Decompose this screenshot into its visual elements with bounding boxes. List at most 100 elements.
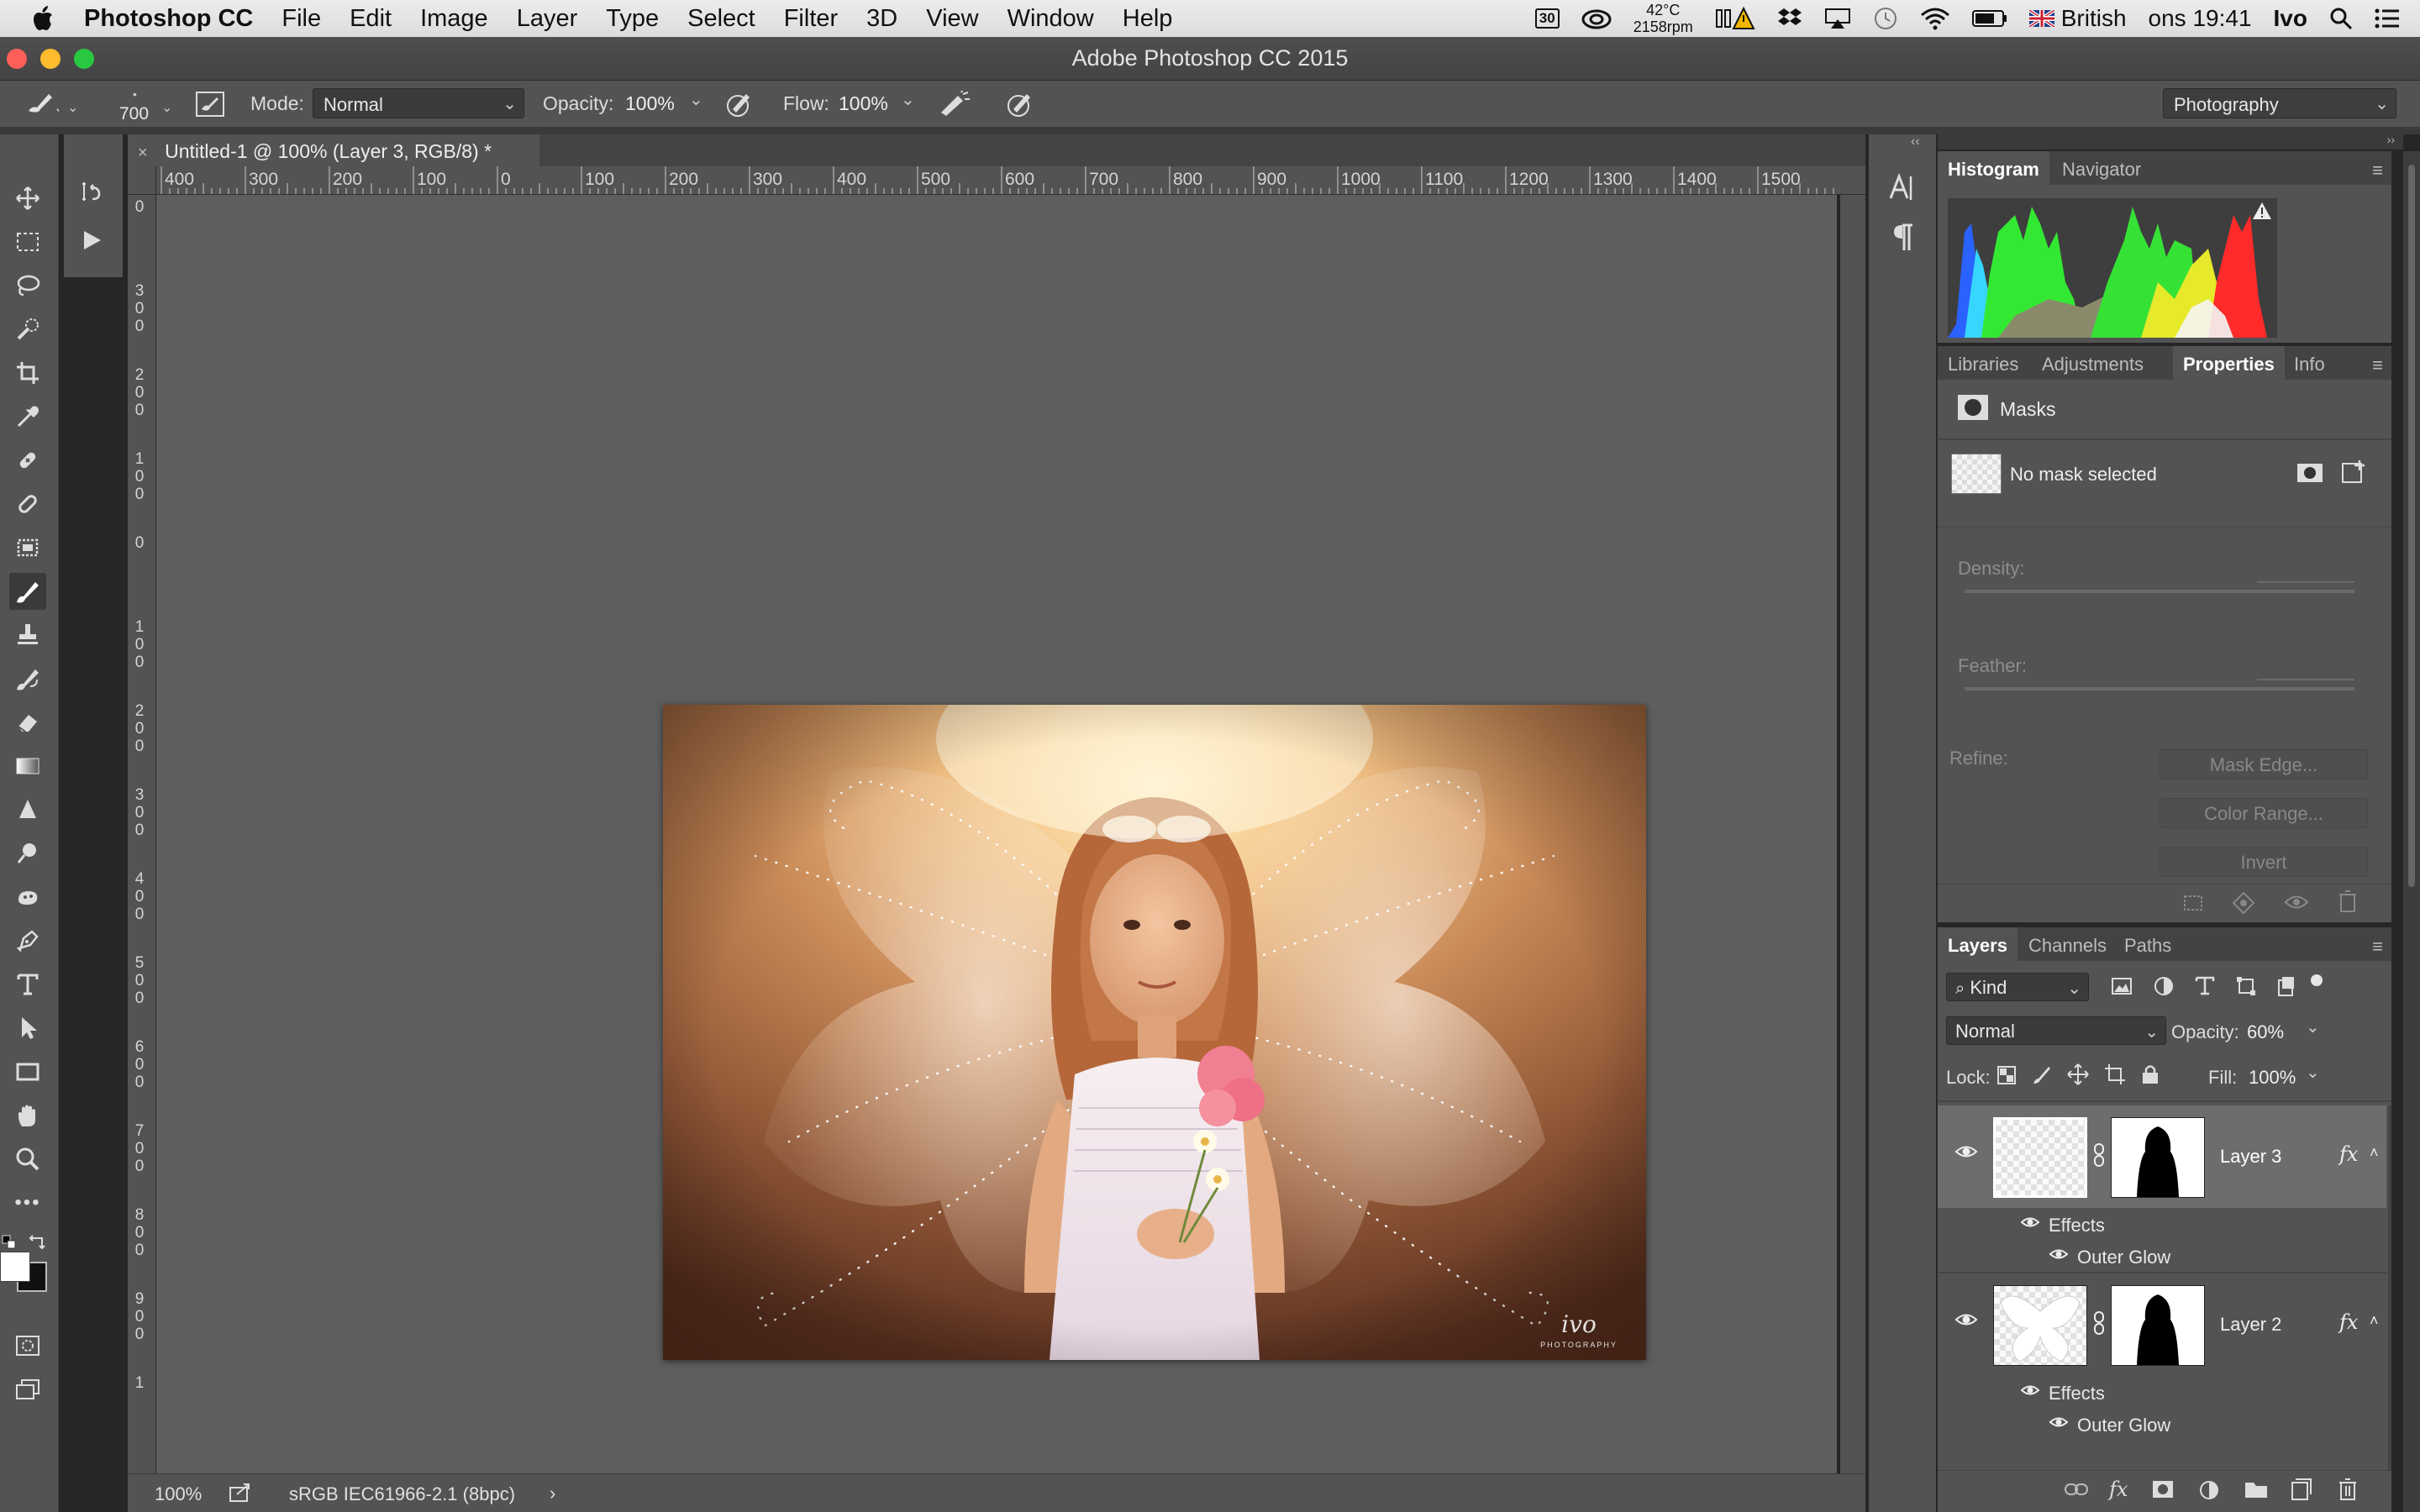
clock[interactable]: ons 19:41 bbox=[2138, 5, 2263, 32]
actions-play-icon[interactable] bbox=[73, 222, 110, 259]
spotlight-search-icon[interactable] bbox=[2318, 7, 2364, 30]
close-tab-icon[interactable]: × bbox=[138, 144, 148, 162]
layer-row[interactable]: Layer 3 fx ˄ bbox=[1938, 1105, 2386, 1208]
effects-row[interactable]: Effects bbox=[1938, 1376, 2386, 1408]
pressure-size-icon[interactable] bbox=[1005, 91, 1034, 118]
effect-visibility-eye-icon[interactable] bbox=[2049, 1415, 2069, 1430]
wifi-icon[interactable] bbox=[1909, 7, 1961, 30]
dropbox-icon[interactable] bbox=[1766, 7, 1813, 30]
expand-effects-icon[interactable]: ˄ bbox=[2370, 1312, 2379, 1330]
swap-colors-icon[interactable] bbox=[29, 1235, 47, 1250]
right-dock-scrollbar[interactable] bbox=[2403, 151, 2420, 1512]
layers-scrollbar[interactable] bbox=[2388, 1105, 2391, 1478]
pen-tool-icon[interactable] bbox=[9, 922, 46, 959]
lock-pixels-icon[interactable] bbox=[2032, 1065, 2052, 1085]
input-source-menu[interactable]: British bbox=[2018, 5, 2138, 32]
density-slider[interactable] bbox=[1965, 590, 2354, 593]
mask-visibility-icon[interactable] bbox=[2284, 891, 2309, 913]
new-layer-icon[interactable] bbox=[2291, 1478, 2312, 1501]
tab-layers[interactable]: Layers bbox=[1938, 927, 2018, 961]
screen-mode-icon[interactable] bbox=[9, 1371, 46, 1408]
menu-file[interactable]: File bbox=[267, 5, 335, 33]
lock-position-icon[interactable] bbox=[2067, 1063, 2089, 1085]
apple-menu-icon[interactable] bbox=[0, 6, 72, 31]
crop-tool-icon[interactable] bbox=[9, 354, 46, 391]
airplay-icon[interactable] bbox=[1813, 8, 1862, 29]
link-icon[interactable] bbox=[2092, 1142, 2106, 1168]
effects-visibility-eye-icon[interactable] bbox=[2020, 1215, 2040, 1230]
lock-transparent-icon[interactable] bbox=[1996, 1065, 2017, 1085]
scrollbar-thumb[interactable] bbox=[2408, 165, 2415, 887]
more-tools-icon[interactable]: ••• bbox=[9, 1184, 46, 1221]
layer-thumbnail[interactable] bbox=[1993, 1117, 2087, 1198]
density-value-field[interactable] bbox=[2257, 581, 2354, 583]
effects-visibility-eye-icon[interactable] bbox=[2020, 1383, 2040, 1398]
feather-value-field[interactable] bbox=[2257, 679, 2354, 680]
share-icon[interactable] bbox=[229, 1483, 252, 1503]
default-colors-icon[interactable] bbox=[2, 1235, 17, 1250]
menu-type[interactable]: Type bbox=[592, 5, 673, 33]
load-selection-icon[interactable] bbox=[2181, 893, 2205, 913]
cache-warning-icon[interactable] bbox=[2252, 202, 2272, 220]
flow-chevron-icon[interactable]: ⌄ bbox=[901, 89, 915, 110]
tab-adjustments[interactable]: Adjustments bbox=[2032, 346, 2154, 380]
horizontal-ruler[interactable]: 400 300 200 100 0 100 200 300 400 500 600 700 800 900… bbox=[128, 166, 1865, 195]
expand-panels-icon[interactable]: ‹‹ bbox=[1911, 134, 1920, 150]
new-adjustment-layer-icon[interactable] bbox=[2198, 1479, 2220, 1501]
link-icon[interactable] bbox=[2092, 1310, 2106, 1336]
tab-info[interactable]: Info bbox=[2284, 346, 2335, 380]
character-panel-icon[interactable] bbox=[1887, 173, 1918, 203]
move-tool-icon[interactable] bbox=[9, 180, 46, 217]
panel-menu-icon[interactable]: ≡ bbox=[2372, 936, 2383, 958]
document-canvas-image[interactable]: ivo PHOTOGRAPHY bbox=[663, 705, 1646, 1360]
status-menu-arrow[interactable]: › bbox=[550, 1483, 555, 1504]
sponge-tool-icon[interactable] bbox=[9, 879, 46, 916]
color-range-button[interactable]: Color Range... bbox=[2160, 798, 2368, 828]
temperature-readout[interactable]: 42°C 2158rpm bbox=[1623, 2, 1704, 35]
filter-smart-object-icon[interactable] bbox=[2275, 975, 2297, 997]
time-machine-icon[interactable] bbox=[1862, 6, 1909, 31]
history-panel-icon[interactable] bbox=[73, 173, 110, 210]
layer-mask-thumbnail[interactable] bbox=[2111, 1285, 2205, 1366]
airbrush-icon[interactable] bbox=[938, 91, 971, 118]
path-selection-tool-icon[interactable] bbox=[9, 1010, 46, 1047]
warning-meter-icon[interactable] bbox=[1704, 7, 1766, 30]
blend-mode-select[interactable]: Normal ⌄ bbox=[1946, 1016, 2166, 1045]
menu-edit[interactable]: Edit bbox=[335, 5, 406, 33]
invert-button[interactable]: Invert bbox=[2160, 847, 2368, 877]
opacity-chevron-icon[interactable]: ⌄ bbox=[2306, 1016, 2320, 1037]
delete-mask-icon[interactable] bbox=[2338, 890, 2358, 913]
brush-panel-toggle-icon[interactable] bbox=[195, 91, 225, 118]
brush-tool-icon[interactable] bbox=[9, 573, 46, 610]
brush-size-chevron-icon[interactable]: ⌄ bbox=[161, 99, 172, 116]
feather-slider[interactable] bbox=[1965, 687, 2354, 690]
vertical-ruler[interactable]: 0 300 200 100 0 100 200 300 400 500 600 700 800 900 1 bbox=[128, 195, 156, 1473]
brush-preset-chevron-icon[interactable]: ⌄ bbox=[67, 99, 78, 116]
app-menu[interactable]: Photoshop CC bbox=[72, 5, 267, 33]
add-pixel-mask-icon[interactable] bbox=[2296, 460, 2324, 486]
visibility-eye-icon[interactable] bbox=[1954, 1142, 1978, 1161]
workspace-select[interactable]: Photography ⌄ bbox=[2163, 88, 2396, 118]
clone-stamp-tool-icon[interactable] bbox=[9, 617, 46, 654]
notification-center-icon[interactable] bbox=[2364, 8, 2420, 29]
stamp-pattern-tool-icon[interactable] bbox=[9, 529, 46, 566]
layer-opacity-value[interactable]: 60% bbox=[2247, 1021, 2284, 1043]
add-vector-mask-icon[interactable] bbox=[2339, 459, 2368, 487]
filter-type-icon[interactable] bbox=[2195, 975, 2215, 995]
effect-row[interactable]: Outer Glow bbox=[1938, 1240, 2386, 1272]
canvas-area[interactable]: ivo PHOTOGRAPHY bbox=[156, 195, 1865, 1473]
tab-navigator[interactable]: Navigator bbox=[2052, 151, 2151, 185]
menu-image[interactable]: Image bbox=[406, 5, 502, 33]
quick-selection-tool-icon[interactable] bbox=[9, 311, 46, 348]
delete-layer-icon[interactable] bbox=[2338, 1478, 2358, 1501]
menu-3d[interactable]: 3D bbox=[852, 5, 912, 33]
foreground-color-swatch[interactable] bbox=[0, 1252, 30, 1282]
document-tab[interactable]: × Untitled-1 @ 100% (Layer 3, RGB/8) * bbox=[128, 134, 539, 166]
brush-tool-preset-icon[interactable] bbox=[25, 91, 59, 116]
brush-size-picker[interactable]: • 700 bbox=[118, 86, 151, 123]
opacity-value[interactable]: 100% bbox=[625, 92, 675, 115]
lock-all-icon[interactable] bbox=[2141, 1063, 2160, 1085]
lasso-tool-icon[interactable] bbox=[9, 267, 46, 304]
layer-filter-select[interactable]: ⌕ Kind ⌄ bbox=[1946, 973, 2089, 1001]
mode-select[interactable]: Normal ⌄ bbox=[313, 88, 524, 118]
